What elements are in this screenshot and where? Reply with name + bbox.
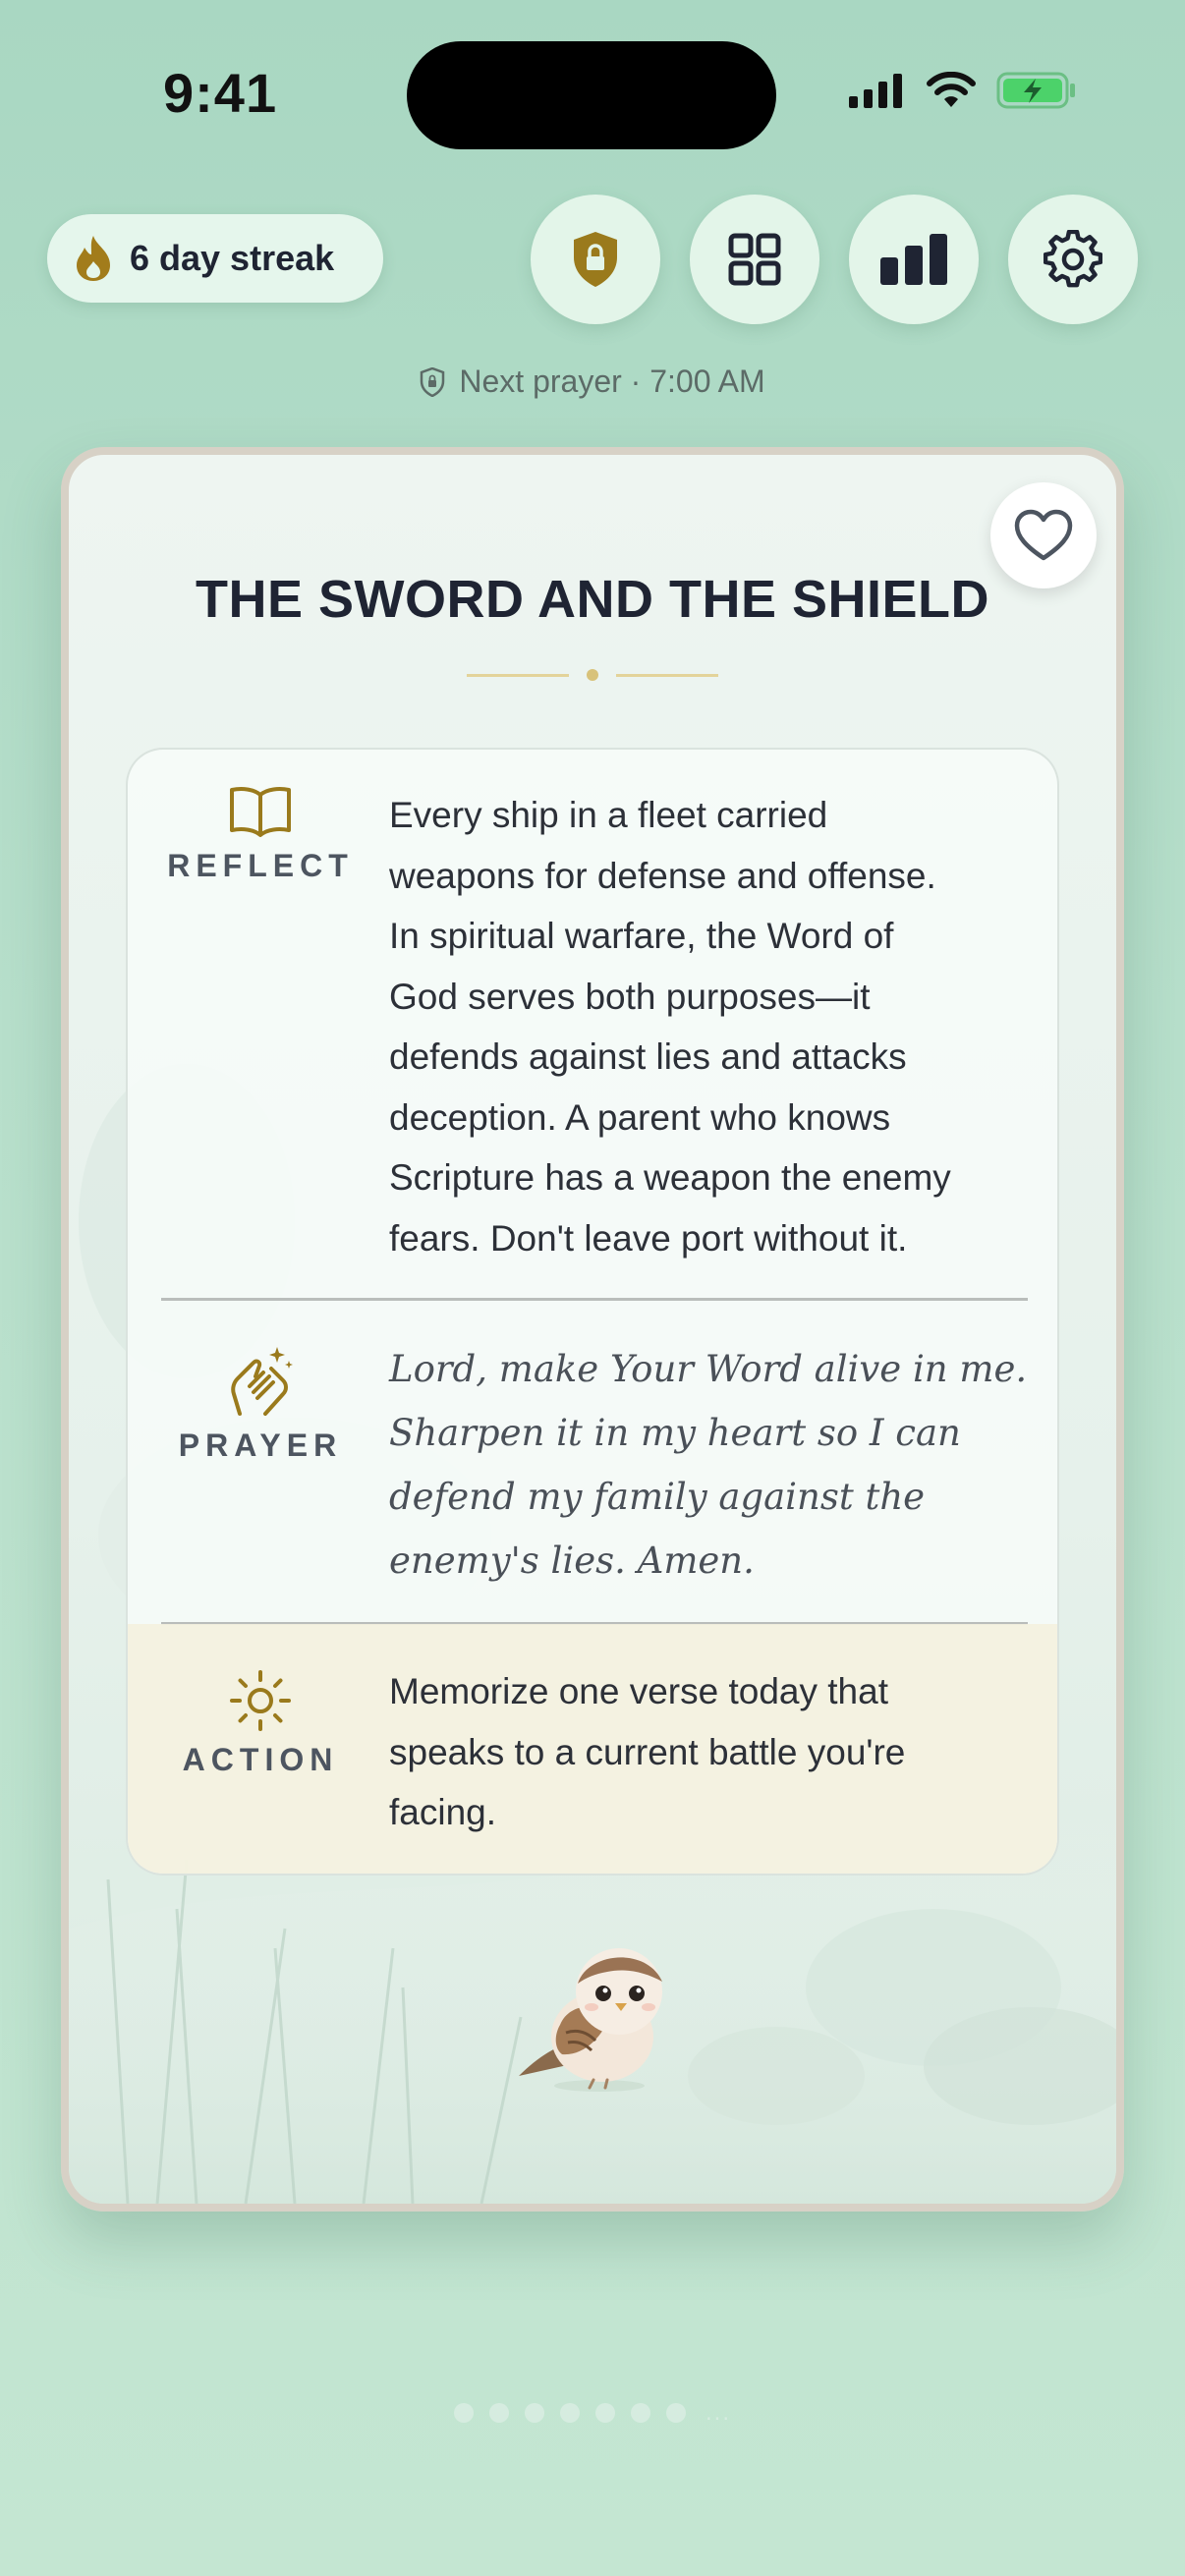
reflect-label: REFLECT — [167, 848, 354, 883]
flame-icon — [77, 236, 110, 281]
streak-badge[interactable]: 6 day streak — [47, 214, 383, 303]
praying-hands-icon — [231, 1347, 293, 1416]
devotional-sections: REFLECT Every ship in a fleet carried we… — [126, 748, 1059, 1876]
page-dot[interactable] — [594, 2403, 615, 2423]
sparrow-mascot — [519, 1948, 662, 2092]
action-section: ACTION Memorize one verse today that spe… — [128, 1624, 1057, 1874]
reflect-header: REFLECT — [128, 785, 393, 884]
heart-icon — [1014, 509, 1073, 561]
action-header: ACTION — [128, 1669, 393, 1778]
wifi-icon — [927, 72, 976, 107]
next-prayer-info: Next prayer · 7:00 AM — [0, 364, 1185, 400]
cellular-signal-icon — [849, 74, 902, 108]
settings-button[interactable] — [1008, 195, 1138, 324]
privacy-button[interactable] — [531, 195, 660, 324]
page-dot[interactable] — [630, 2403, 650, 2423]
page-indicator[interactable]: ... — [0, 2399, 1185, 2427]
next-prayer-text: Next prayer · 7:00 AM — [459, 364, 765, 399]
sun-icon — [230, 1670, 291, 1731]
prayer-header: PRAYER — [128, 1343, 393, 1464]
grid-menu-button[interactable] — [690, 195, 819, 324]
stats-button[interactable] — [849, 195, 979, 324]
shield-lock-icon — [574, 232, 617, 287]
shield-lock-small-icon — [421, 366, 445, 397]
prayer-label: PRAYER — [178, 1428, 343, 1463]
gear-icon — [1044, 230, 1102, 288]
status-icons — [847, 71, 1077, 110]
status-time: 9:41 — [163, 62, 278, 124]
devotional-card[interactable]: THE SWORD AND THE SHIELD REFLECT Every s… — [61, 447, 1124, 2212]
reflect-section: REFLECT Every ship in a fleet carried we… — [128, 750, 1057, 1298]
page-dot[interactable] — [488, 2403, 509, 2423]
dynamic-island — [407, 41, 776, 149]
streak-label: 6 day streak — [130, 238, 335, 278]
page-dot[interactable] — [453, 2403, 474, 2423]
title-divider — [69, 669, 1116, 681]
card-title: THE SWORD AND THE SHIELD — [196, 570, 989, 629]
action-label: ACTION — [182, 1742, 339, 1777]
prayer-text: Lord, make Your Word alive in me. Sharpe… — [389, 1348, 1028, 1582]
status-bar: 9:41 — [0, 0, 1185, 196]
prayer-section: PRAYER Lord, make Your Word alive in me.… — [128, 1300, 1057, 1622]
page-dot[interactable] — [559, 2403, 580, 2423]
page-overflow: ... — [705, 2399, 731, 2426]
page-dot[interactable] — [665, 2403, 686, 2423]
action-text: Memorize one verse today that speaks to … — [389, 1671, 906, 1832]
bar-chart-icon — [880, 234, 947, 285]
open-book-icon — [230, 787, 291, 837]
page-dot[interactable] — [524, 2403, 544, 2423]
battery-charging-icon — [996, 72, 1075, 109]
reflect-text: Every ship in a fleet carried weapons fo… — [389, 795, 951, 1259]
grid-icon — [728, 233, 781, 286]
